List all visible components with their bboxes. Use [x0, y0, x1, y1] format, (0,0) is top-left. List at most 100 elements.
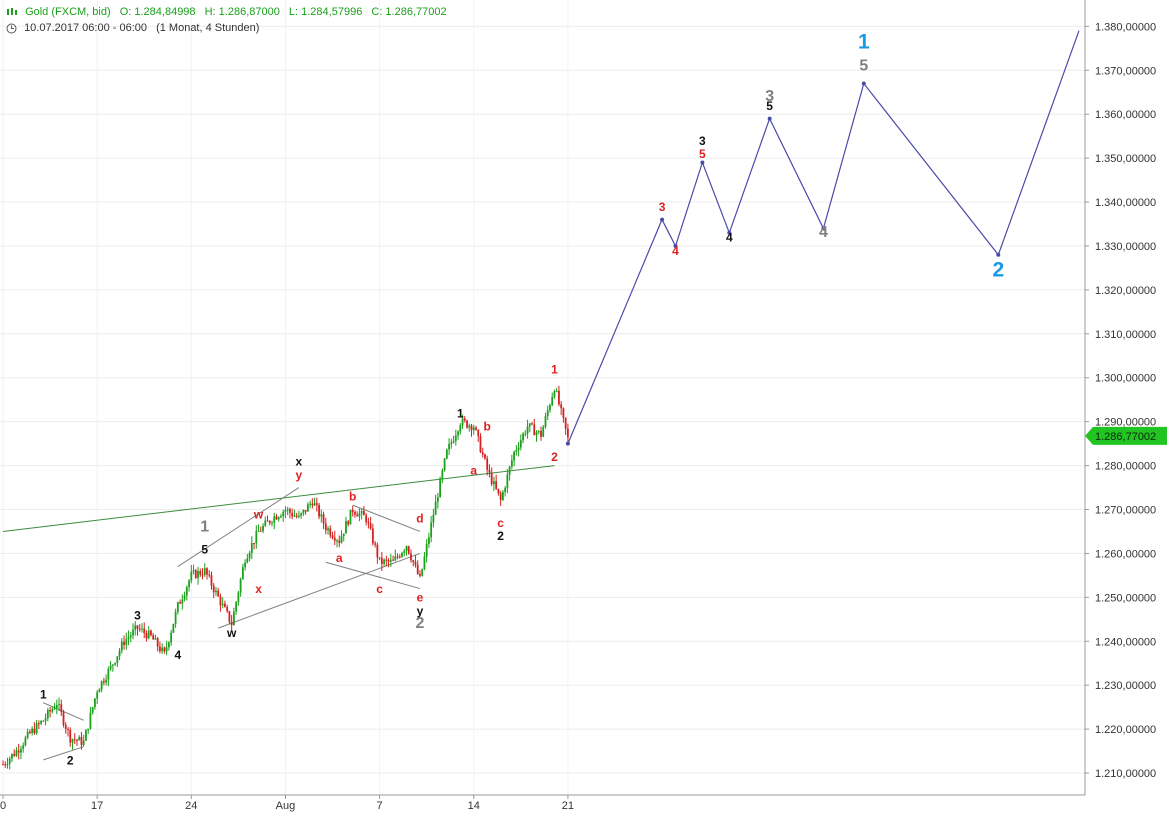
candle — [219, 593, 222, 612]
candle — [35, 719, 38, 735]
candle — [167, 641, 170, 651]
candle-body — [479, 436, 482, 453]
candle — [367, 517, 370, 529]
candle-body — [111, 664, 114, 666]
candle — [150, 629, 152, 637]
candle — [555, 387, 558, 393]
candle-body — [46, 710, 49, 719]
candle — [253, 542, 255, 550]
candle-body — [109, 665, 112, 669]
candle-body — [29, 731, 31, 734]
candle — [324, 517, 327, 535]
candle-body — [219, 596, 222, 606]
candle — [152, 632, 155, 640]
candle-body — [206, 568, 208, 575]
candle-body — [376, 544, 379, 558]
candle — [481, 447, 484, 458]
candle — [526, 419, 529, 439]
candle-body — [365, 515, 368, 522]
candle — [394, 549, 397, 562]
wave-label: 1 — [200, 518, 209, 535]
candle-body — [147, 630, 150, 639]
candle — [154, 634, 157, 640]
candle — [304, 509, 307, 515]
candle-body — [360, 511, 363, 514]
candle-body — [100, 681, 103, 690]
price-chart[interactable]: 123415wxwxybacdey21bac21234354354152 1.2… — [0, 0, 1167, 813]
candle-body — [405, 546, 408, 551]
candle-body — [378, 557, 381, 559]
candle-body — [105, 679, 108, 683]
candle-body — [210, 575, 213, 586]
candle-body — [560, 404, 563, 409]
x-tick-label: 24 — [185, 800, 197, 812]
candle — [286, 506, 289, 516]
candle — [199, 568, 202, 577]
candle-body — [42, 720, 45, 722]
candle — [546, 405, 549, 420]
candle — [443, 457, 446, 472]
candle — [519, 434, 522, 451]
candle — [239, 577, 242, 597]
candle — [165, 640, 168, 656]
date-header: 10.07.2017 06:00 - 06:00 (1 Monat, 4 Stu… — [6, 22, 265, 34]
candle — [385, 555, 388, 566]
candle — [255, 525, 258, 549]
channel-line — [218, 552, 421, 629]
candle — [159, 641, 161, 654]
candle-body — [477, 429, 480, 437]
candle — [401, 551, 403, 558]
candle-body — [26, 731, 29, 738]
candle — [419, 570, 421, 578]
candle-body — [159, 646, 161, 652]
candle — [338, 535, 341, 548]
candle — [259, 526, 262, 532]
candle — [553, 389, 556, 399]
projection-point — [660, 217, 665, 222]
candle-body — [53, 708, 56, 710]
open-value: O: 1.284,84998 — [119, 6, 196, 18]
candle-body — [302, 509, 305, 514]
candle-body — [201, 574, 204, 576]
candle — [439, 476, 442, 498]
candle-body — [44, 718, 47, 721]
candle-body — [134, 625, 137, 630]
wave-label: d — [416, 512, 423, 526]
candle-body — [136, 625, 139, 629]
candle — [544, 412, 547, 429]
wave-label: e — [417, 591, 424, 605]
candle — [284, 506, 287, 519]
candle-body — [475, 427, 477, 430]
candle — [206, 567, 208, 580]
candle-body — [190, 571, 193, 581]
candle-body — [394, 556, 397, 561]
candle-body — [537, 430, 540, 433]
candle — [197, 566, 199, 585]
candle — [517, 442, 520, 457]
candle-body — [553, 391, 556, 397]
candle — [217, 587, 220, 597]
wave-label: x — [255, 582, 262, 596]
candle — [275, 514, 278, 520]
candle — [250, 536, 253, 560]
candle — [293, 509, 296, 518]
candle — [506, 469, 509, 494]
candle-body — [488, 469, 491, 473]
candle-body — [300, 513, 303, 516]
x-tick-label: 14 — [468, 800, 480, 812]
candle — [558, 385, 560, 407]
candle-body — [35, 723, 38, 734]
candle-body — [37, 723, 40, 725]
candle — [528, 423, 531, 433]
candle — [89, 706, 92, 730]
candle — [13, 749, 16, 757]
candle-body — [517, 447, 520, 451]
candle — [333, 530, 336, 546]
candle — [466, 419, 468, 429]
candle-body — [143, 628, 146, 634]
candle — [17, 743, 20, 760]
candle — [428, 532, 430, 549]
y-tick-label: 1.300,00000 — [1095, 373, 1156, 385]
candle — [271, 520, 273, 527]
x-tick-label: 21 — [562, 800, 574, 812]
